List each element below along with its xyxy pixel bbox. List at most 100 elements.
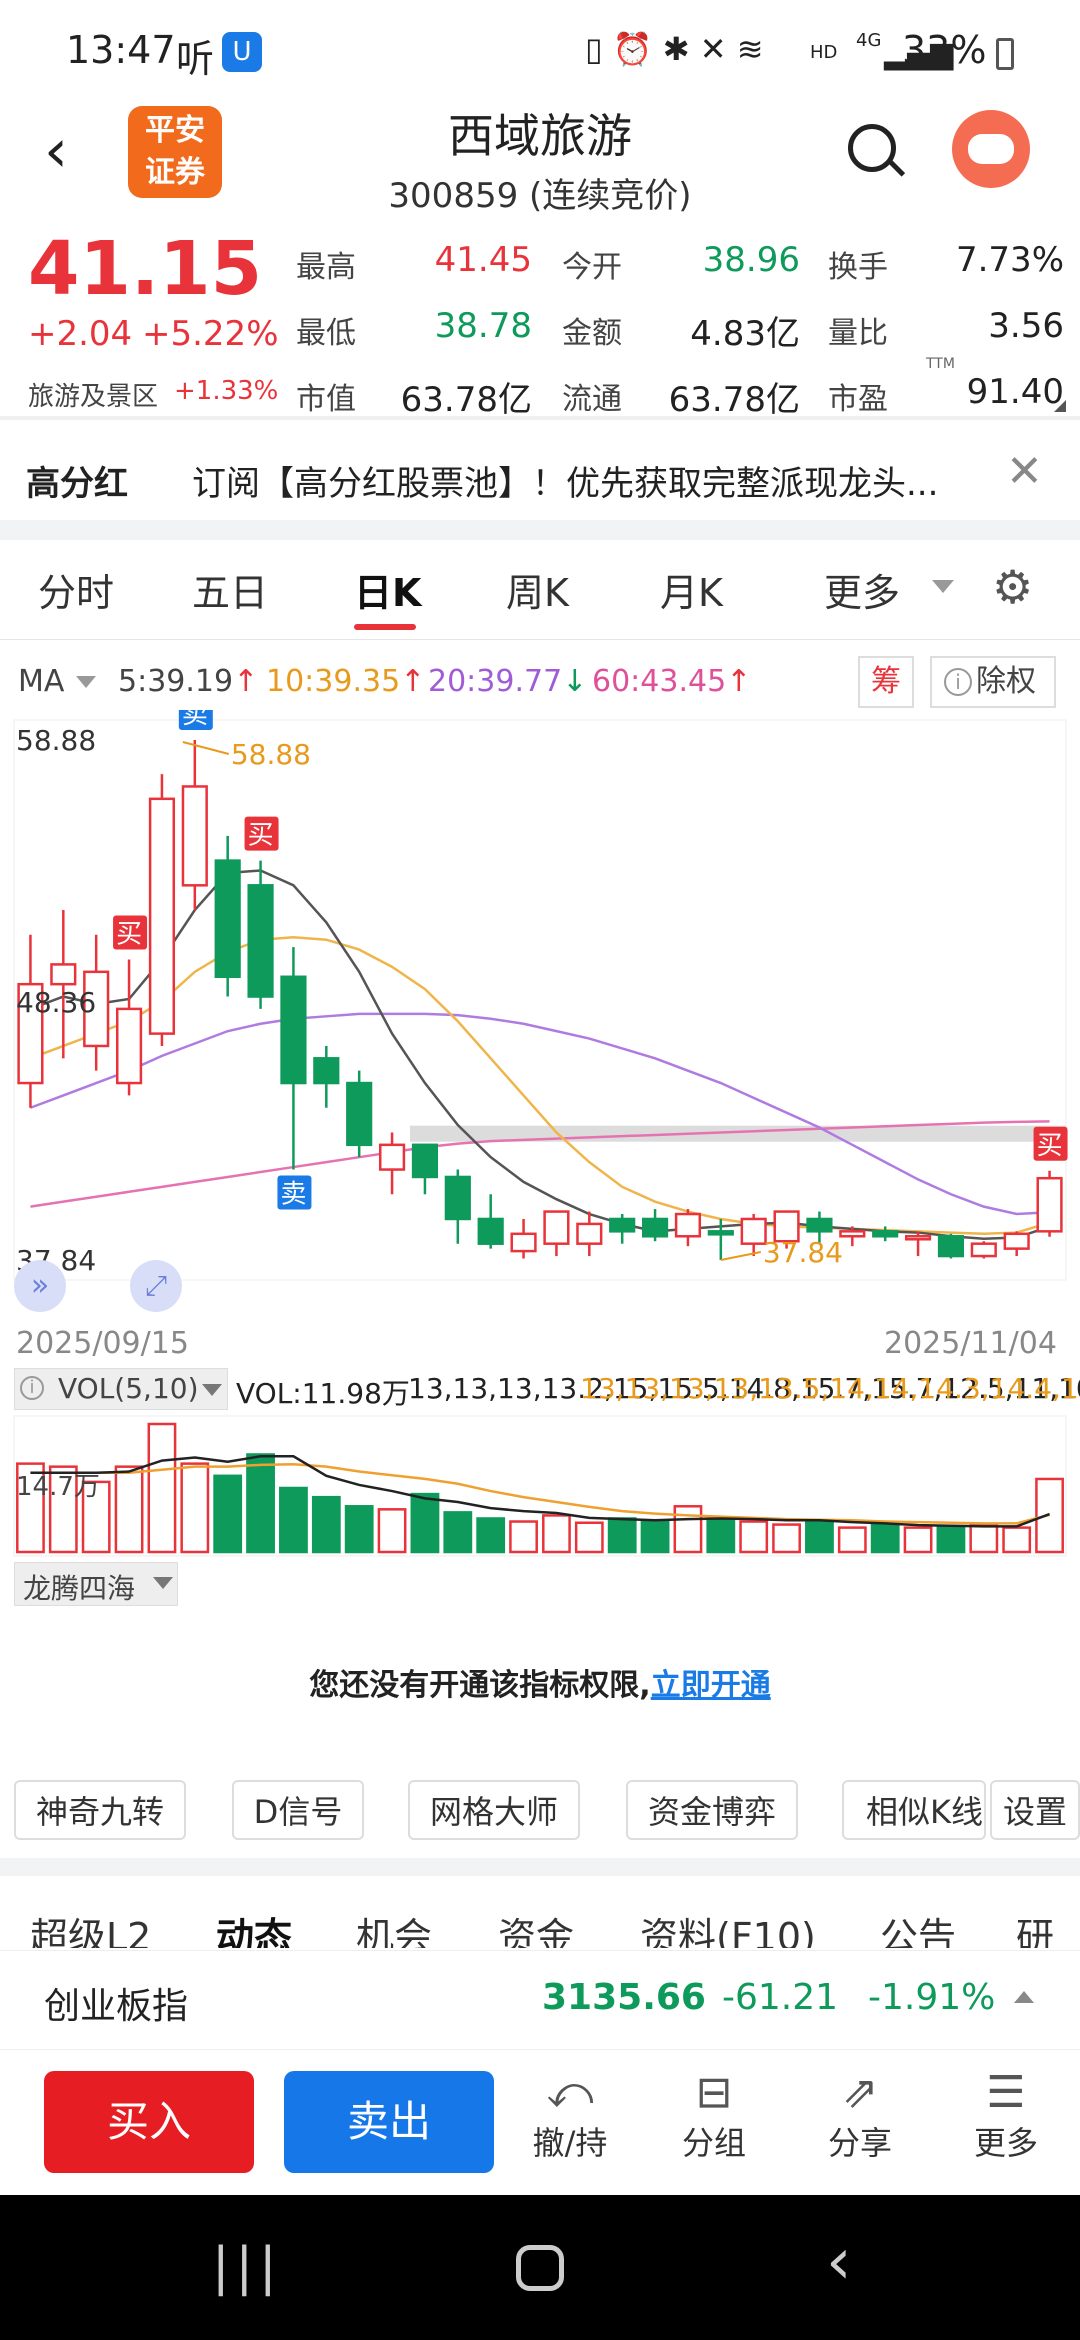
gear-icon[interactable]: ⚙ <box>992 560 1033 614</box>
sell-button[interactable]: 卖出 <box>284 2071 494 2173</box>
tab-five-day[interactable]: 五日 <box>192 562 268 617</box>
tab-more[interactable]: 更多 <box>824 562 900 617</box>
tab-f10[interactable]: 资料(F10) <box>640 1906 816 1948</box>
chip-d-signal[interactable]: D信号 <box>232 1780 364 1840</box>
exright-label: 除权 <box>976 664 1036 699</box>
expand-signals-icon[interactable]: » <box>14 1260 66 1312</box>
ma-label[interactable]: MA <box>18 664 64 699</box>
cancel-hold-button[interactable]: ⤺ 撤/持 <box>524 2067 616 2164</box>
ma-dropdown-icon[interactable] <box>76 676 96 688</box>
candle-body <box>411 1143 439 1179</box>
share-icon: ⇗ <box>841 2067 879 2118</box>
header: ‹ 平安 证券 西域旅游 300859 (连续竞价) <box>0 100 1080 220</box>
chip-magic-nine[interactable]: 神奇九转 <box>14 1780 186 1840</box>
tab-news[interactable]: 动态 <box>216 1906 292 1948</box>
last-price: 41.15 <box>28 226 263 312</box>
low-label: 最低 <box>296 316 356 351</box>
candle-body <box>1036 1176 1063 1233</box>
promo-banner[interactable]: 高分红 订阅【高分红股票池】！优先获取完整派现龙头... ✕ <box>0 420 1080 520</box>
volume-bar <box>673 1505 703 1554</box>
candle-body <box>970 1242 997 1258</box>
chip-fund-game[interactable]: 资金博弈 <box>626 1780 798 1840</box>
high-value: 41.45 <box>434 240 532 280</box>
recents-icon[interactable]: ||| <box>212 2237 283 2297</box>
tab-research[interactable]: 研报 <box>1016 1906 1080 1948</box>
mcap-label: 市值 <box>296 382 356 417</box>
group-label: 分组 <box>681 2124 746 2162</box>
volume-bar <box>936 1526 966 1554</box>
volume-bar <box>607 1517 637 1554</box>
back-nav-icon[interactable]: ‹ <box>826 2225 852 2299</box>
ma-legend: MA 5:39.19↑ 10:39.35↑ 20:39.77↓ 60:43.45… <box>0 656 1080 712</box>
turnover-value: 7.73% <box>955 240 1064 280</box>
candle-body <box>313 1057 340 1085</box>
low-value: 38.78 <box>434 306 532 346</box>
chevron-down-icon <box>153 1577 173 1589</box>
more-label: 更多 <box>973 2124 1038 2162</box>
locked-indicator-message: 您还没有开通该指标权限,立即开通 <box>0 1660 1080 1704</box>
chip-grid-master[interactable]: 网格大师 <box>408 1780 580 1840</box>
chevron-up-icon[interactable] <box>1014 1991 1034 2003</box>
buy-signal: 买 <box>116 919 142 949</box>
info-icon: i <box>20 1376 44 1400</box>
expand-corner-icon[interactable] <box>1054 400 1066 412</box>
indicator-selector[interactable]: 龙腾四海 <box>14 1562 178 1606</box>
share-button[interactable]: ⇗ 分享 <box>814 2067 906 2164</box>
home-icon[interactable] <box>516 2245 564 2291</box>
battery-icon <box>996 38 1014 70</box>
indicator-name: 龙腾四海 <box>23 1572 136 1605</box>
sector-name[interactable]: 旅游及景区 <box>28 376 158 413</box>
candle-body <box>904 1235 932 1241</box>
chip-settings[interactable]: 设置 <box>990 1780 1080 1840</box>
tab-intraday[interactable]: 分时 <box>38 562 114 617</box>
mcap-value: 63.78亿 <box>400 380 532 420</box>
group-button[interactable]: ⊟ 分组 <box>668 2067 760 2164</box>
float-value: 63.78亿 <box>668 380 800 420</box>
active-tab-indicator <box>354 624 416 630</box>
close-icon[interactable]: ✕ <box>1006 446 1043 497</box>
candle-body <box>937 1235 965 1258</box>
candle-body <box>181 785 208 887</box>
volume-chart[interactable] <box>0 1414 1080 1560</box>
price-change-pct: +5.22% <box>142 314 279 354</box>
volume-bar <box>180 1462 210 1554</box>
volume-bar <box>476 1517 506 1554</box>
broker-logo[interactable]: 平安 证券 <box>128 106 222 198</box>
candle-body <box>477 1217 504 1245</box>
volume-bar <box>443 1511 473 1554</box>
assistant-avatar[interactable] <box>952 110 1030 188</box>
candlestick-chart[interactable]: 58.8837.84卖买买卖买 <box>0 710 1080 1350</box>
sell-signal: 卖 <box>182 710 208 730</box>
vol-ratio-value: 3.56 <box>988 306 1064 346</box>
fullscreen-icon[interactable]: ⤢ <box>130 1260 182 1312</box>
tab-super-l2[interactable]: 超级L2 <box>30 1906 151 1948</box>
index-change: -61.21 <box>722 1977 839 2018</box>
section-separator <box>0 1858 1080 1876</box>
volume-bar <box>969 1523 999 1554</box>
chip-similar-k[interactable]: 相似K线 <box>842 1780 986 1840</box>
info-tabs: 超级L2 动态 机会 资金 资料(F10) 公告 研报 <box>0 1876 1080 1948</box>
amount-label: 金额 <box>562 316 622 351</box>
back-icon[interactable]: ‹ <box>44 116 68 186</box>
unlock-link[interactable]: 立即开通 <box>651 1668 771 1703</box>
index-ticker[interactable]: 创业板指 3135.66 -61.21 -1.91% <box>0 1950 1080 2050</box>
vol-ma10: 13,13,13,13,13.5,14,14,14.3,14.4,14,13.2… <box>580 1372 1080 1405</box>
tab-weekly-k[interactable]: 周K <box>506 562 569 617</box>
high-annot-line <box>182 741 230 755</box>
more-button[interactable]: ☰ 更多 <box>960 2067 1052 2164</box>
tab-daily-k[interactable]: 日K <box>354 562 421 617</box>
end-date: 2025/11/04 <box>884 1326 1057 1361</box>
list-icon: ☰ <box>986 2067 1026 2118</box>
candle-body <box>346 1081 373 1147</box>
share-label: 分享 <box>827 2124 892 2162</box>
volume-legend: i VOL(5,10) VOL:11.98万 13,13,13,13.2,15,… <box>0 1368 1080 1414</box>
tab-funds[interactable]: 资金 <box>498 1906 574 1948</box>
volume-bar <box>772 1523 801 1554</box>
chip-distribution-button[interactable]: 筹 <box>858 656 914 708</box>
tab-opportunity[interactable]: 机会 <box>356 1906 432 1948</box>
cancel-hold-label: 撤/持 <box>532 2124 608 2162</box>
tab-announcements[interactable]: 公告 <box>880 1906 956 1948</box>
tab-monthly-k[interactable]: 月K <box>660 562 723 617</box>
buy-button[interactable]: 买入 <box>44 2071 254 2173</box>
status-icons: ▯ ⏰ ✱ ✕ ≋ <box>585 30 764 68</box>
